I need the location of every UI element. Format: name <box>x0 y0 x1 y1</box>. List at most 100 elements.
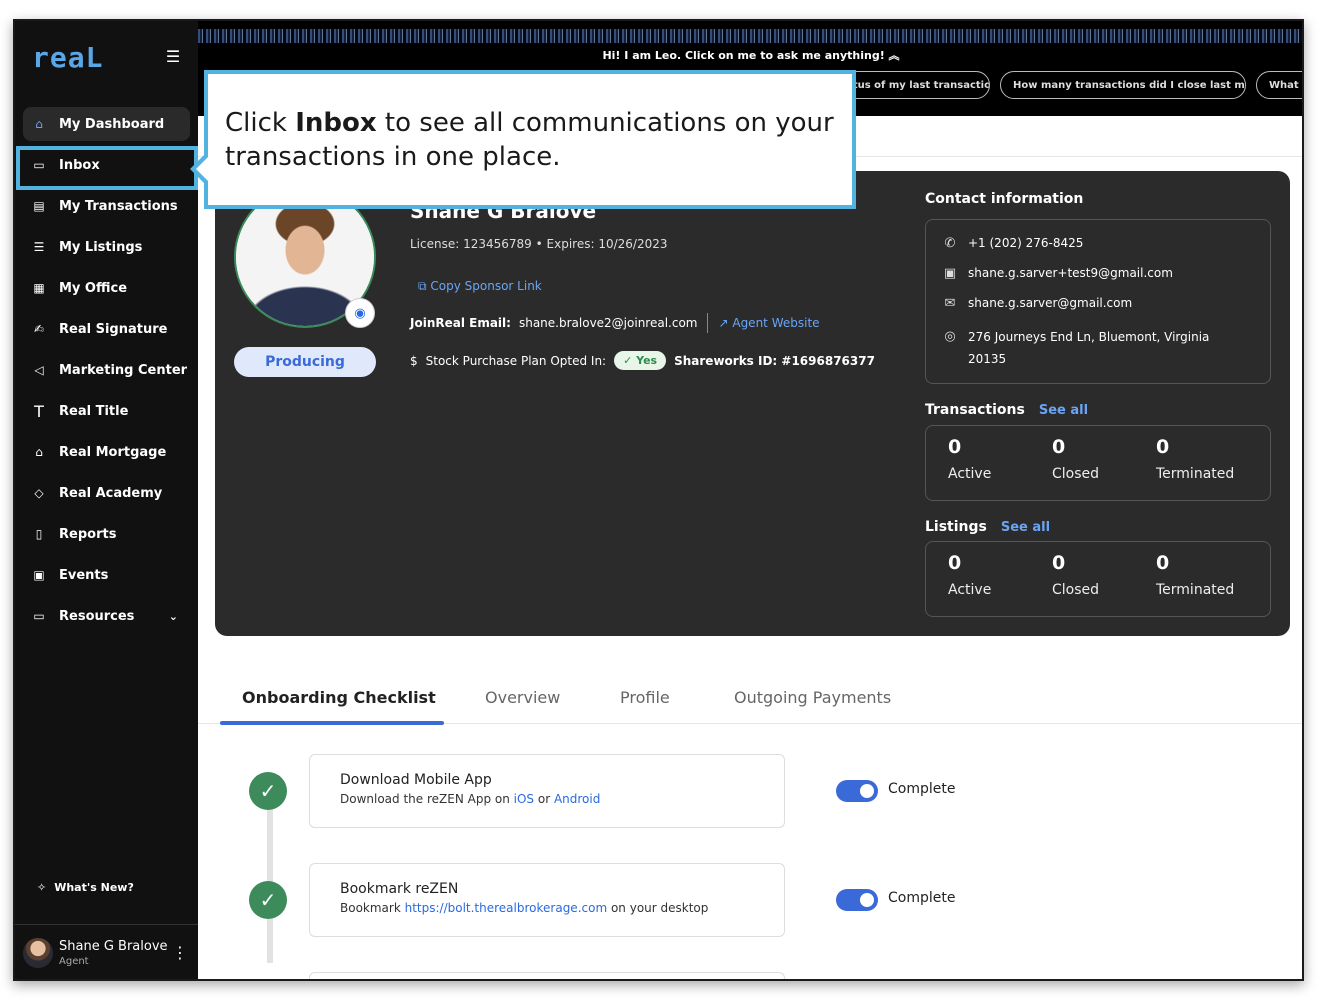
active-tab-indicator <box>220 721 444 725</box>
profile-card: ◉ Producing Shane G Bralove License: 123… <box>215 171 1290 636</box>
report-icon: ▯ <box>35 527 43 541</box>
stat-value: 0 <box>948 552 962 574</box>
sidebar-item-my-listings[interactable]: ☰ My Listings <box>23 230 190 264</box>
sidebar-item-reports[interactable]: ▯ Reports <box>23 517 190 551</box>
leo-suggestion-chip[interactable]: How many transactions did I close last m… <box>1000 71 1246 99</box>
desc-text: Bookmark <box>340 901 405 915</box>
tab-onboarding-checklist[interactable]: Onboarding Checklist <box>242 688 436 707</box>
sidebar-item-label: Real Title <box>59 403 129 419</box>
tooltip-bold-text: Inbox <box>295 108 377 138</box>
whats-new-link[interactable]: ✧ What's New? <box>37 881 134 894</box>
sidebar-item-inbox[interactable]: ▭ Inbox <box>23 148 190 182</box>
sidebar-item-label: Real Mortgage <box>59 444 167 460</box>
agent-website-link[interactable]: ↗ Agent Website <box>718 316 819 330</box>
alt-email-row: ▣ shane.g.sarver+test9@gmail.com <box>942 266 1173 281</box>
timeline-line <box>267 793 273 963</box>
location-pin-icon: ◎ <box>944 329 956 344</box>
transactions-see-all-link[interactable]: See all <box>1039 403 1088 418</box>
collapse-sidebar-icon[interactable]: ☰ <box>163 47 183 67</box>
chip-label: How many transactions did I close last m… <box>1013 79 1245 91</box>
leo-prompt[interactable]: Hi! I am Leo. Click on me to ask me anyt… <box>198 47 1302 63</box>
more-options-icon[interactable]: ⋮ <box>172 943 188 962</box>
user-role: Agent <box>59 956 89 967</box>
listings-see-all-link[interactable]: See all <box>1001 520 1050 535</box>
divider <box>707 313 709 333</box>
complete-toggle[interactable] <box>836 889 878 911</box>
sidebar-item-label: My Listings <box>59 239 143 255</box>
sidebar-item-events[interactable]: ▣ Events <box>23 558 190 592</box>
sidebar-item-my-transactions[interactable]: ▤ My Transactions <box>23 189 190 223</box>
stock-plan-label: Stock Purchase Plan Opted In: <box>425 353 607 368</box>
sidebar-item-resources[interactable]: ▭ Resources ⌄ <box>23 599 190 633</box>
sidebar-item-label: Resources <box>59 608 135 624</box>
checklist-item: Download Mobile App Download the reZEN A… <box>309 754 785 828</box>
camera-icon[interactable]: ◉ <box>345 298 375 328</box>
sidebar-item-label: Real Academy <box>59 485 163 501</box>
tab-overview[interactable]: Overview <box>485 688 560 707</box>
contact-card-icon: ▣ <box>943 266 957 281</box>
checklist-item: Bookmark reZEN Bookmark https://bolt.the… <box>309 863 785 937</box>
stock-plan-value: Yes <box>636 354 658 367</box>
sidebar-item-label: My Transactions <box>59 198 178 214</box>
user-profile-block[interactable]: Shane G Bralove Agent ⋮ <box>15 924 198 979</box>
leo-suggestion-chip[interactable]: What w <box>1256 71 1302 99</box>
copy-sponsor-label: Copy Sponsor Link <box>430 279 542 293</box>
sidebar-item-label: My Office <box>59 280 128 296</box>
shareworks-id: Shareworks ID: #1696876377 <box>674 353 875 368</box>
bookmark-link[interactable]: https://bolt.therealbrokerage.com <box>405 901 608 915</box>
real-logo[interactable]: reaL <box>32 41 103 74</box>
android-link[interactable]: Android <box>554 792 600 806</box>
stat-value: 0 <box>1156 436 1170 458</box>
stat-label: Closed <box>1052 582 1100 598</box>
megaphone-icon: ◁ <box>34 363 44 377</box>
sparkle-icon: ✧ <box>37 881 47 894</box>
checklist-item-title: Bookmark reZEN <box>340 881 459 897</box>
complete-toggle[interactable] <box>836 780 878 802</box>
desc-text: Download the reZEN App on <box>340 792 514 806</box>
inbox-icon: ▭ <box>33 158 45 172</box>
status-badge: Producing <box>234 347 376 377</box>
checklist-item-title: Download Mobile App <box>340 772 492 788</box>
profile-tabs: Onboarding Checklist Overview Profile Ou… <box>198 678 1302 725</box>
license-info: License: 123456789 • Expires: 10/26/2023 <box>410 237 668 251</box>
sidebar-item-label: Real Signature <box>59 321 168 337</box>
main-content: ◉ Producing Shane G Bralove License: 123… <box>198 116 1302 979</box>
chevron-down-icon: ⌄ <box>168 609 178 623</box>
tab-profile[interactable]: Profile <box>620 688 670 707</box>
sidebar-item-my-dashboard[interactable]: ⌂ My Dashboard <box>23 107 190 141</box>
joinreal-email: shane.bralove2@joinreal.com <box>518 316 698 330</box>
sidebar-item-marketing-center[interactable]: ◁ Marketing Center <box>23 353 190 387</box>
joinreal-email-row: JoinReal Email: shane.bralove2@joinreal.… <box>410 313 820 333</box>
mail-icon: ✉ <box>944 296 956 311</box>
sidebar: reaL ☰ ⌂ My Dashboard ▭ Inbox ▤ My Transact… <box>15 21 198 979</box>
toggle-label: Complete <box>888 781 956 797</box>
transactions-title: Transactions See all <box>925 402 1088 418</box>
sidebar-item-real-mortgage[interactable]: ⌂ Real Mortgage <box>23 435 190 469</box>
graduation-cap-icon: ◇ <box>34 486 44 500</box>
check-icon: ✓ <box>249 881 287 919</box>
transactions-title-label: Transactions <box>925 402 1025 418</box>
sidebar-item-real-signature[interactable]: ✍ Real Signature <box>23 312 190 346</box>
stat-terminated: 0 Terminated <box>1156 552 1234 598</box>
stat-label: Active <box>948 582 992 598</box>
stat-label: Terminated <box>1156 582 1235 598</box>
stat-closed: 0 Closed <box>1052 552 1099 598</box>
address-line-1: 276 Journeys End Ln, Bluemont, Virginia <box>968 330 1210 344</box>
ios-link[interactable]: iOS <box>514 792 534 806</box>
sidebar-item-my-office[interactable]: ▦ My Office <box>23 271 190 305</box>
external-link-icon: ↗ <box>718 316 733 330</box>
listings-stats: 0 Active 0 Closed 0 Terminated <box>925 541 1271 617</box>
leo-decoration <box>198 29 1302 43</box>
checklist-item-desc: Bookmark https://bolt.therealbrokerage.c… <box>340 901 784 915</box>
sidebar-item-real-title[interactable]: T Real Title <box>23 394 190 428</box>
email-row: ✉ shane.g.sarver@gmail.com <box>942 296 1133 311</box>
tooltip-arrow-fill <box>196 156 209 182</box>
stat-active: 0 Active <box>948 436 991 482</box>
sidebar-item-real-academy[interactable]: ◇ Real Academy <box>23 476 190 510</box>
transactions-stats: 0 Active 0 Closed 0 Terminated <box>925 425 1271 501</box>
address-line-2: 20135 <box>968 352 1007 366</box>
copy-sponsor-link[interactable]: ⧉ Copy Sponsor Link <box>418 279 542 294</box>
tab-outgoing-payments[interactable]: Outgoing Payments <box>734 688 891 707</box>
copy-icon: ⧉ <box>418 279 431 293</box>
dollar-icon: $ <box>410 353 418 368</box>
